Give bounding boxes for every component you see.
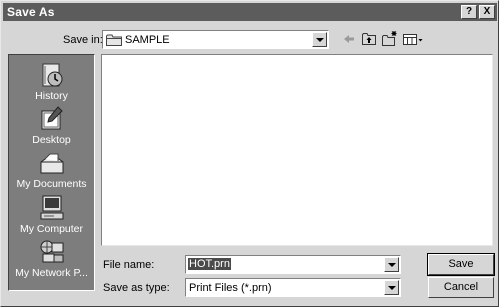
place-label: My Computer [19, 223, 83, 235]
place-label: My Documents [16, 178, 87, 190]
place-label: My Network P... [15, 267, 88, 279]
view-menu-icon[interactable] [402, 31, 424, 47]
save-as-type-value: Print Files (*.prn) [189, 282, 272, 294]
new-folder-icon[interactable] [381, 31, 398, 47]
file-name-dropdown-arrow[interactable] [384, 257, 399, 272]
save-button[interactable]: Save [427, 253, 495, 276]
save-in-label: Save in: [63, 34, 103, 46]
save-in-value: SAMPLE [125, 34, 170, 46]
place-label: History [35, 90, 68, 102]
save-in-dropdown-arrow[interactable] [312, 32, 327, 47]
folder-icon [106, 34, 122, 46]
save-as-type-label: Save as type: [103, 282, 170, 294]
save-in-dropdown[interactable]: SAMPLE [102, 30, 329, 49]
place-my-documents[interactable]: My Documents [9, 149, 94, 190]
place-label: Desktop [32, 134, 71, 146]
places-bar: History Desktop My Documents My Computer… [8, 54, 95, 291]
up-folder-icon[interactable] [361, 31, 377, 47]
file-name-field[interactable]: HOT.prn [185, 255, 401, 274]
file-list[interactable] [101, 54, 493, 246]
place-desktop[interactable]: Desktop [9, 105, 94, 146]
file-name-label: File name: [103, 259, 155, 271]
title-bar[interactable]: Save As ? X [3, 3, 497, 21]
my-network-places-icon [40, 240, 63, 263]
my-documents-icon [40, 153, 63, 174]
desktop-icon [41, 106, 63, 130]
place-history[interactable]: History [9, 61, 94, 102]
back-arrow-icon[interactable] [342, 31, 356, 47]
save-as-type-dropdown[interactable]: Print Files (*.prn) [185, 278, 401, 297]
save-as-dialog: Save As ? X Save in: SAMPLE History Desk… [0, 0, 499, 307]
my-computer-icon [40, 195, 63, 220]
cancel-button[interactable]: Cancel [428, 277, 494, 298]
history-icon [42, 63, 62, 87]
window-title: Save As [7, 5, 55, 19]
place-my-network[interactable]: My Network P... [9, 238, 94, 279]
help-button[interactable]: ? [461, 5, 477, 19]
place-my-computer[interactable]: My Computer [9, 194, 94, 235]
close-button[interactable]: X [479, 5, 495, 19]
save-as-type-dropdown-arrow[interactable] [384, 280, 399, 295]
file-name-value: HOT.prn [188, 258, 231, 270]
